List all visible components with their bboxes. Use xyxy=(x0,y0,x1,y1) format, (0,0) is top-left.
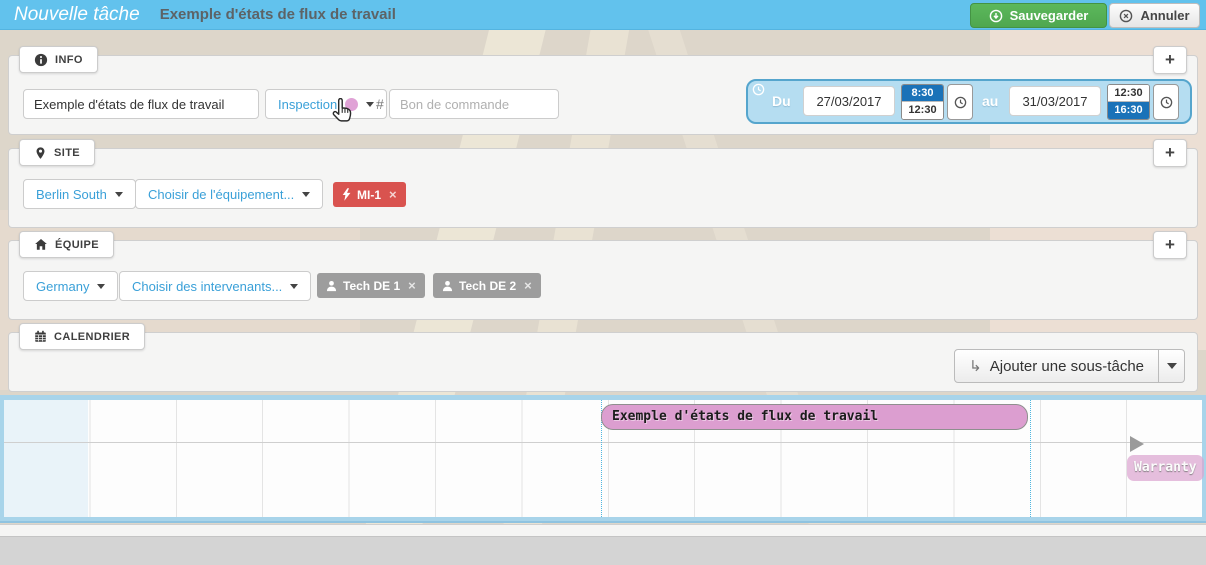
info-add-button[interactable]: + xyxy=(1153,46,1187,74)
calendar-tab: CALENDRIER xyxy=(19,323,145,350)
task-type-value: Inspection xyxy=(278,97,337,112)
from-time-selector: 8:30 12:30 xyxy=(901,84,944,120)
map-pin-icon xyxy=(34,146,47,160)
calendar-section: CALENDRIER ↳ Ajouter une sous-tâche xyxy=(8,332,1198,392)
add-subtask-label: Ajouter une sous-tâche xyxy=(990,358,1144,375)
team-tab-label: ÉQUIPE xyxy=(55,239,99,251)
from-time-start[interactable]: 8:30 xyxy=(902,85,943,102)
bottom-strip xyxy=(0,524,1206,537)
info-section: INFO + Inspection # Du 8:30 12:30 au 12: xyxy=(8,55,1198,135)
caret-down-icon xyxy=(302,192,310,197)
save-button[interactable]: Sauvegarder xyxy=(970,3,1107,28)
team-section: ÉQUIPE + Germany Choisir des intervenant… xyxy=(8,240,1198,320)
clock-icon xyxy=(1160,96,1173,109)
page: Nouvelle tâche Exemple d'états de flux d… xyxy=(0,0,1206,565)
remove-tag-icon[interactable]: × xyxy=(389,187,397,202)
header-bar: Nouvelle tâche Exemple d'états de flux d… xyxy=(0,0,1206,30)
member-tag-label: Tech DE 1 xyxy=(343,279,400,293)
equipment-dropdown[interactable]: Choisir de l'équipement... xyxy=(135,179,323,209)
member-tag-label: Tech DE 2 xyxy=(459,279,516,293)
task-type-dropdown[interactable]: Inspection xyxy=(265,89,387,119)
from-date-input[interactable] xyxy=(803,86,895,116)
site-value: Berlin South xyxy=(36,187,107,202)
caret-down-icon xyxy=(1167,363,1177,369)
remove-tag-icon[interactable]: × xyxy=(524,278,532,293)
clock-icon xyxy=(752,83,765,96)
to-time-selector: 12:30 16:30 xyxy=(1107,84,1150,120)
info-icon xyxy=(34,53,48,67)
team-add-button[interactable]: + xyxy=(1153,231,1187,259)
gantt-timeline: Exemple d'états de flux de travail Warra… xyxy=(0,395,1206,523)
to-label: au xyxy=(982,81,998,122)
footer-area xyxy=(0,537,1206,565)
caret-down-icon xyxy=(366,102,374,107)
add-subtask-dropdown-button[interactable] xyxy=(1159,349,1185,383)
cancel-button[interactable]: Annuler xyxy=(1109,3,1200,28)
save-icon xyxy=(989,9,1003,23)
po-prefix: # xyxy=(376,96,384,112)
members-placeholder: Choisir des intervenants... xyxy=(132,279,282,294)
gantt-row-divider xyxy=(4,442,1202,443)
person-icon xyxy=(326,280,337,292)
task-name-input[interactable] xyxy=(23,89,259,119)
info-tab-label: INFO xyxy=(55,54,83,66)
to-time-end[interactable]: 16:30 xyxy=(1108,102,1149,119)
member-tag: Tech DE 1 × xyxy=(317,273,425,298)
lightning-icon xyxy=(342,188,351,201)
save-button-label: Sauvegarder xyxy=(1010,8,1089,23)
caret-down-icon xyxy=(115,192,123,197)
team-dropdown[interactable]: Germany xyxy=(23,271,118,301)
equipment-tag-label: MI-1 xyxy=(357,188,381,202)
page-title: Nouvelle tâche xyxy=(14,4,140,26)
site-tab-label: SITE xyxy=(54,147,80,159)
equipment-tag: MI-1 × xyxy=(333,182,406,207)
calendar-tab-label: CALENDRIER xyxy=(54,331,130,343)
team-tab: ÉQUIPE xyxy=(19,231,114,258)
from-time-picker-button[interactable] xyxy=(947,84,973,120)
cancel-icon xyxy=(1119,9,1133,23)
equipment-placeholder: Choisir de l'équipement... xyxy=(148,187,294,202)
info-tab: INFO xyxy=(19,46,98,73)
person-icon xyxy=(442,280,453,292)
gantt-task-bar[interactable]: Exemple d'états de flux de travail xyxy=(601,404,1028,430)
remove-tag-icon[interactable]: × xyxy=(408,278,416,293)
cancel-button-label: Annuler xyxy=(1140,8,1189,23)
from-label: Du xyxy=(772,81,791,122)
date-range-panel: Du 8:30 12:30 au 12:30 16:30 xyxy=(746,79,1192,124)
to-time-start[interactable]: 12:30 xyxy=(1108,85,1149,102)
site-add-button[interactable]: + xyxy=(1153,139,1187,167)
caret-down-icon xyxy=(97,284,105,289)
warranty-marker-icon xyxy=(1130,436,1144,452)
clock-icon xyxy=(954,96,967,109)
member-tag: Tech DE 2 × xyxy=(433,273,541,298)
add-subtask-button[interactable]: ↳ Ajouter une sous-tâche xyxy=(954,349,1159,383)
purchase-order-input[interactable] xyxy=(389,89,559,119)
gantt-first-column xyxy=(4,400,88,517)
site-dropdown[interactable]: Berlin South xyxy=(23,179,136,209)
from-time-end[interactable]: 12:30 xyxy=(902,102,943,119)
caret-down-icon xyxy=(290,284,298,289)
to-date-input[interactable] xyxy=(1009,86,1101,116)
subtask-arrow-icon: ↳ xyxy=(969,357,982,375)
site-section: SITE + Berlin South Choisir de l'équipem… xyxy=(8,148,1198,228)
to-time-picker-button[interactable] xyxy=(1153,84,1179,120)
site-tab: SITE xyxy=(19,139,95,166)
warranty-badge: Warranty xyxy=(1127,455,1204,481)
task-end-guide xyxy=(1030,400,1031,517)
task-title: Exemple d'états de flux de travail xyxy=(160,6,396,23)
type-color-dot-icon xyxy=(345,98,358,111)
home-icon xyxy=(34,238,48,251)
gantt-grid: Exemple d'états de flux de travail Warra… xyxy=(4,400,1202,517)
calendar-icon xyxy=(34,330,47,343)
team-value: Germany xyxy=(36,279,89,294)
members-dropdown[interactable]: Choisir des intervenants... xyxy=(119,271,311,301)
